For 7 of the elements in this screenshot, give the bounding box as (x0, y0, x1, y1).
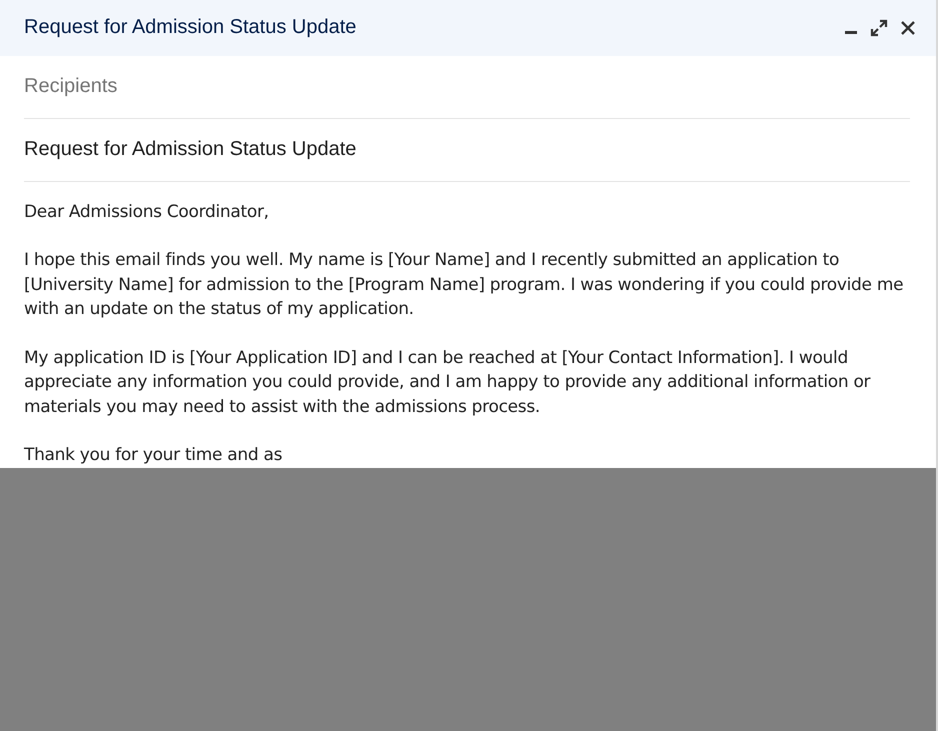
window-title: Request for Admission Status Update (24, 16, 358, 40)
body-paragraph: I hope this email finds you well. My name is [Your Name] and I recently submitted an application to [University Name] for admission to the [Program Name] program. I was wondering if you could provide me with an update on the status of my application. (24, 249, 904, 322)
close-icon[interactable] (900, 20, 916, 36)
body-paragraph: Thank you for your time and as (24, 444, 284, 468)
body-paragraph: My application ID is [Your Application ID] and I can be reached at [Your Contact Information]. I would appreciate any information you could provide, and I am happy to provide any additional information or materials you may need to assist with the admissions process. (24, 346, 872, 419)
body-paragraph: Dear Admissions Coordinator, (24, 200, 270, 224)
expand-icon[interactable] (870, 18, 888, 37)
